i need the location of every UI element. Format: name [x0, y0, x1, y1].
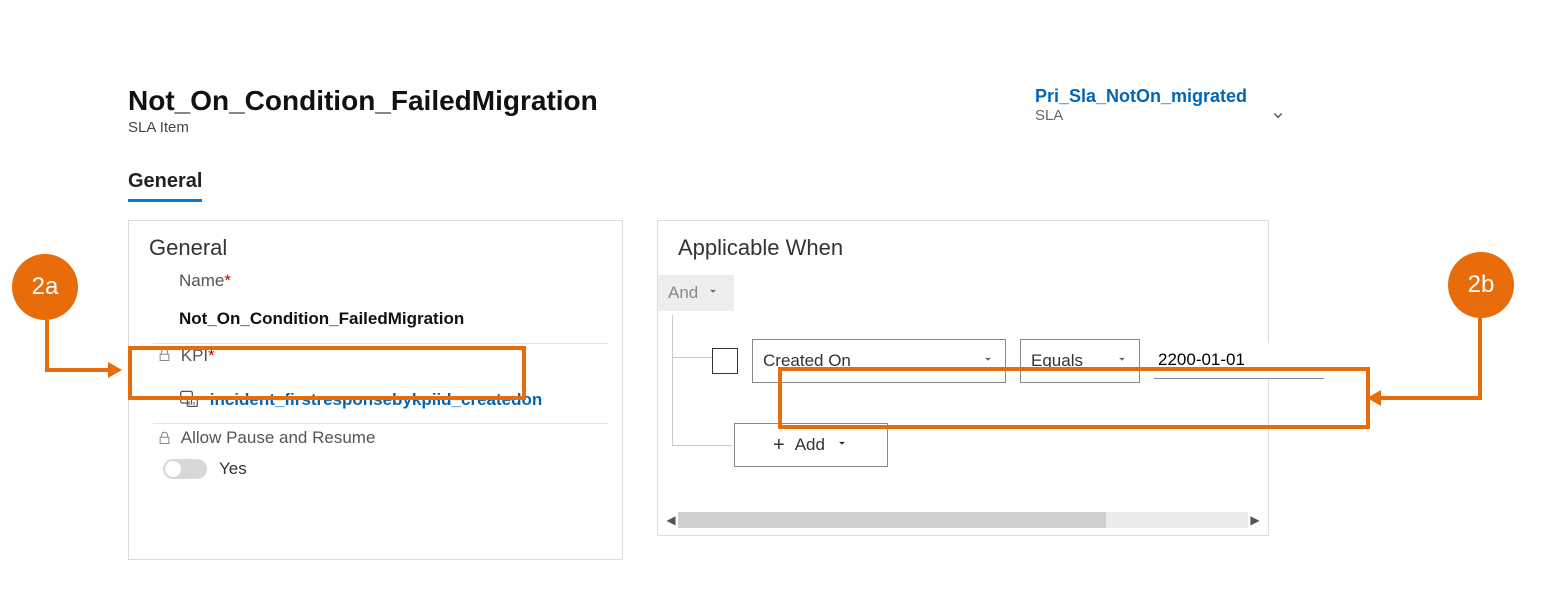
annotation-connector: [45, 320, 49, 372]
condition-operator-value: Equals: [1031, 351, 1083, 371]
tab-general[interactable]: General: [128, 170, 202, 202]
header-lookup-sub: SLA: [1035, 107, 1247, 124]
annotation-connector: [45, 368, 109, 372]
condition-checkbox[interactable]: [712, 348, 738, 374]
form-frame: Not_On_Condition_FailedMigration SLA Ite…: [100, 76, 1297, 586]
tree-line: [672, 315, 673, 445]
chevron-down-icon: [706, 283, 720, 303]
required-marker: *: [208, 346, 215, 365]
annotation-connector: [1478, 318, 1482, 400]
annotation-label-2a: 2a: [32, 273, 59, 301]
condition-field-value: Created On: [763, 351, 851, 371]
annotation-circle-2a: 2a: [12, 254, 78, 320]
scroll-track[interactable]: [678, 512, 1248, 528]
add-condition-button[interactable]: + Add: [734, 423, 888, 467]
annotation-label-2b: 2b: [1468, 271, 1495, 299]
tab-bar: General: [100, 170, 1297, 202]
scroll-thumb[interactable]: [678, 512, 1106, 528]
tree-line: [672, 445, 732, 446]
plus-icon: +: [773, 435, 785, 455]
group-operator-button[interactable]: And: [658, 275, 734, 311]
chevron-down-icon: [981, 351, 995, 371]
kpi-value-row: incident_firstresponsebykpiid_createdon: [129, 370, 622, 423]
allow-pause-row: Allow Pause and Resume: [129, 424, 622, 449]
name-label-text: Name: [179, 271, 224, 290]
chevron-down-icon: [1115, 351, 1129, 371]
condition-row: Created On Equals: [712, 339, 1324, 383]
header-expand-button[interactable]: [1269, 106, 1287, 129]
condition-operator-select[interactable]: Equals: [1020, 339, 1140, 383]
allow-pause-label: Allow Pause and Resume: [181, 428, 376, 447]
applicable-when-panel: Applicable When And Created On Equals: [657, 220, 1269, 536]
kpi-label-row: KPI*: [129, 344, 622, 371]
chevron-down-icon: [835, 435, 849, 455]
header-lookup[interactable]: Pri_Sla_NotOn_migrated SLA: [1035, 86, 1247, 124]
form-header: Not_On_Condition_FailedMigration SLA Ite…: [100, 76, 1297, 136]
annotation-circle-2b: 2b: [1448, 252, 1514, 318]
kpi-link[interactable]: incident_firstresponsebykpiid_createdon: [210, 390, 543, 409]
kpi-entity-icon: [179, 388, 199, 413]
horizontal-scrollbar[interactable]: ◀ ▶: [664, 511, 1262, 529]
name-label: Name*: [129, 269, 622, 295]
lock-icon: [157, 429, 177, 448]
lock-icon: [157, 346, 177, 365]
name-input[interactable]: Not_On_Condition_FailedMigration: [129, 295, 622, 343]
group-operator-label: And: [668, 283, 698, 303]
annotation-arrowhead: [108, 362, 122, 378]
allow-pause-value: Yes: [219, 459, 247, 479]
tree-line: [672, 357, 712, 358]
scroll-left-arrow[interactable]: ◀: [664, 513, 678, 527]
allow-pause-toggle[interactable]: [163, 459, 207, 479]
condition-field-select[interactable]: Created On: [752, 339, 1006, 383]
condition-value-input[interactable]: [1154, 343, 1324, 379]
general-panel: General Name* Not_On_Condition_FailedMig…: [128, 220, 623, 560]
allow-pause-toggle-row: Yes: [129, 449, 622, 479]
scroll-right-arrow[interactable]: ▶: [1248, 513, 1262, 527]
annotation-arrowhead: [1367, 390, 1381, 406]
add-button-label: Add: [795, 435, 825, 455]
required-marker: *: [224, 271, 231, 290]
header-lookup-link[interactable]: Pri_Sla_NotOn_migrated: [1035, 86, 1247, 107]
kpi-label-text: KPI: [181, 346, 208, 365]
applicable-when-title: Applicable When: [658, 221, 1268, 269]
general-panel-title: General: [129, 221, 622, 269]
annotation-connector: [1380, 396, 1482, 400]
